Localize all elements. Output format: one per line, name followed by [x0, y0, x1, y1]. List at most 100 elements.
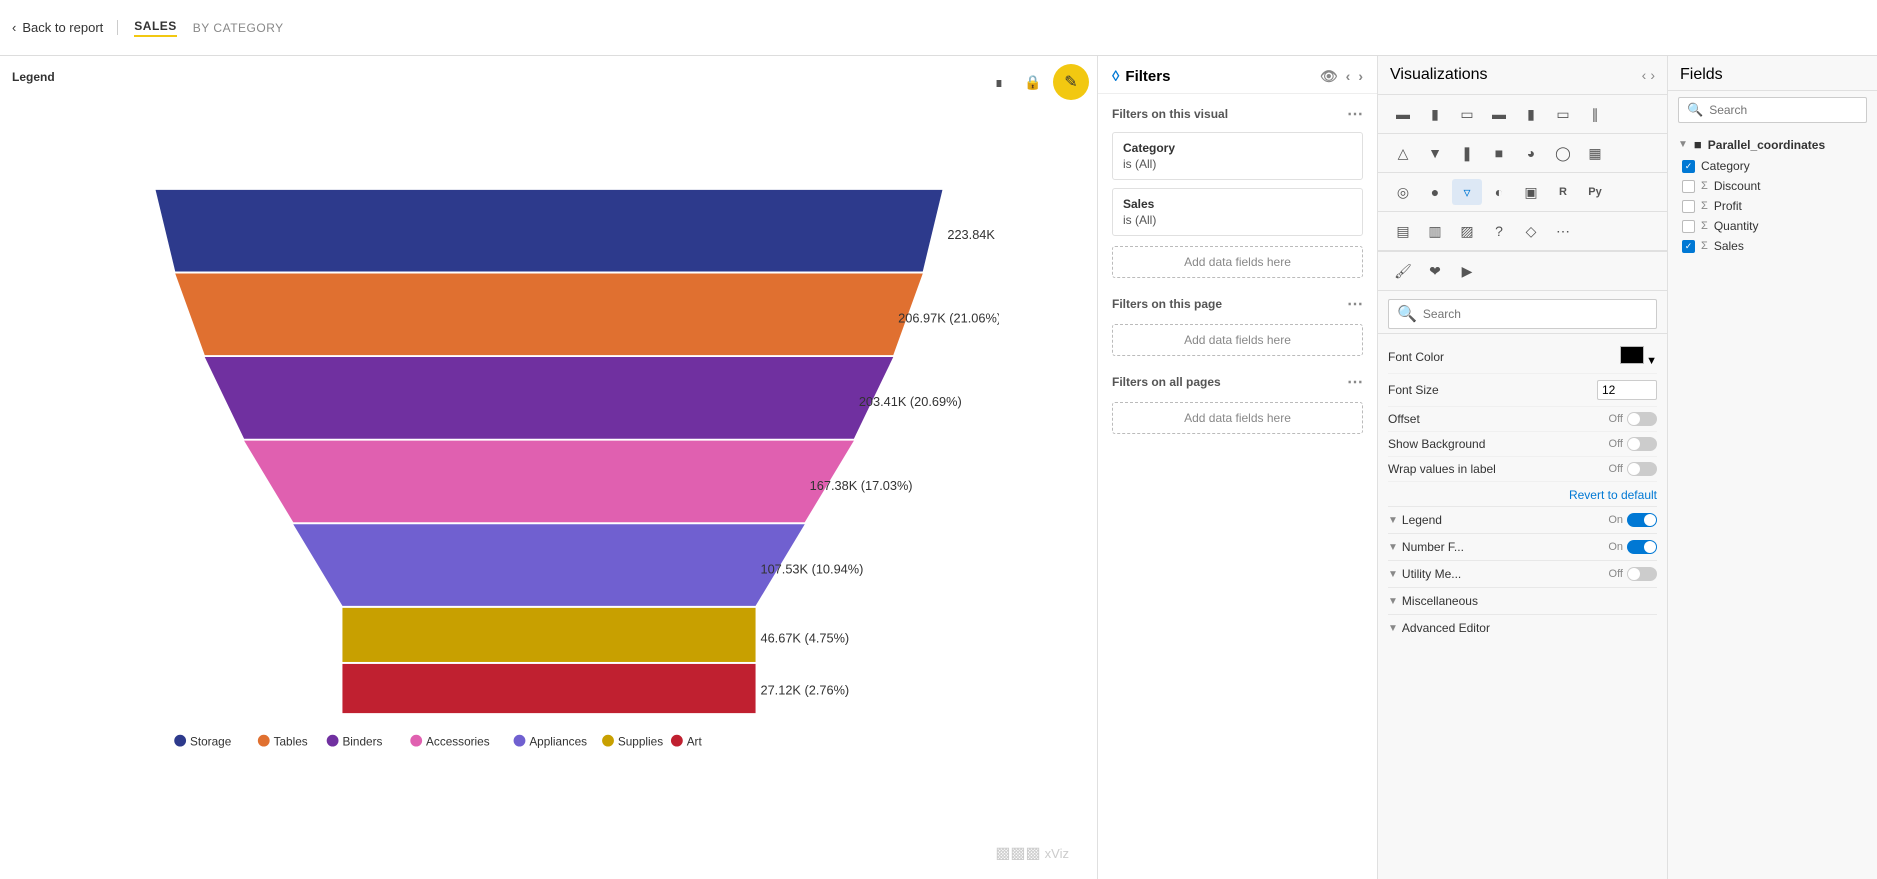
fields-panel: Fields 🔍 ▼ ■ Parallel_coordinates ✓ Cate…	[1667, 56, 1877, 879]
funnel-bar-appliances[interactable]	[293, 524, 804, 606]
field-item-sales[interactable]: ✓ Σ Sales	[1678, 236, 1867, 256]
viz-card-icon[interactable]: ▣	[1516, 179, 1546, 205]
viz-table-icon[interactable]: ▤	[1388, 218, 1418, 244]
field-item-quantity[interactable]: Σ Quantity	[1678, 216, 1867, 236]
viz-more-icon[interactable]: ⋯	[1548, 218, 1578, 244]
field-item-profit[interactable]: Σ Profit	[1678, 196, 1867, 216]
viz-line-chart-icon[interactable]: ∥	[1580, 101, 1610, 127]
legend-dot-binders	[326, 734, 338, 746]
funnel-label-art: 27.12K (2.76%)	[760, 682, 849, 697]
viz-100pct-bar-icon[interactable]: ▭	[1452, 101, 1482, 127]
viz-slicer-icon[interactable]: ▨	[1452, 218, 1482, 244]
viz-horiz-bar-icon[interactable]: ▬	[1484, 101, 1514, 127]
viz-filled-map-icon[interactable]: ●	[1420, 179, 1450, 205]
more-icon-page[interactable]: ⋯	[1347, 294, 1363, 314]
viz-waterfall-icon[interactable]: ❚	[1452, 140, 1482, 166]
chevron-right-viz-icon[interactable]: ›	[1650, 67, 1655, 83]
xviz-label: xViz	[1045, 846, 1069, 861]
viz-py-visual-icon[interactable]: Py	[1580, 179, 1610, 205]
show-background-toggle[interactable]: Off	[1609, 437, 1657, 451]
fields-search-input[interactable]	[1709, 103, 1864, 117]
viz-horiz-stacked-icon[interactable]: ▮	[1516, 101, 1546, 127]
viz-search-input[interactable]	[1423, 307, 1648, 321]
viz-pie-icon[interactable]: ◕	[1516, 140, 1546, 166]
add-data-all-pages-button[interactable]: Add data fields here	[1112, 402, 1363, 434]
viz-ribbon-chart-icon[interactable]: ▼	[1420, 140, 1450, 166]
xviz-bars-icon: ▩▩▩	[995, 843, 1040, 863]
funnel-bar-binders[interactable]	[204, 357, 893, 439]
filters-on-all-pages-header: Filters on all pages ⋯	[1098, 362, 1377, 396]
funnel-bar-tables[interactable]	[175, 273, 923, 355]
viz-gauge-icon[interactable]: ◐	[1484, 179, 1514, 205]
funnel-label-tables: 206.97K (21.06%)	[898, 310, 999, 325]
add-data-visual-button[interactable]: Add data fields here	[1112, 246, 1363, 278]
viz-analytics-icon[interactable]: ❤	[1420, 258, 1450, 284]
funnel-bar-art[interactable]	[342, 663, 755, 712]
viz-donut-icon[interactable]: ◯	[1548, 140, 1578, 166]
more-icon-all[interactable]: ⋯	[1347, 372, 1363, 392]
fields-section-header[interactable]: ▼ ■ Parallel_coordinates	[1678, 133, 1867, 156]
viz-r-visual-icon[interactable]: R	[1548, 179, 1578, 205]
tab-by-category[interactable]: BY CATEGORY	[193, 21, 284, 35]
legend-section-toggle[interactable]: ▼ Legend On	[1388, 506, 1657, 533]
funnel-bar-accessories[interactable]	[244, 440, 854, 522]
tab-sales[interactable]: SALES	[134, 19, 177, 37]
back-to-report-button[interactable]: ‹ Back to report	[12, 20, 118, 35]
viz-search-box[interactable]: 🔍	[1388, 299, 1657, 329]
chevron-left-viz-icon[interactable]: ‹	[1642, 67, 1647, 83]
viz-custom-icon[interactable]: ◇	[1516, 218, 1546, 244]
viz-format-icon[interactable]: 🖌	[1388, 258, 1418, 284]
funnel-label-storage: 223.84K (22.77%)	[947, 227, 999, 242]
revert-to-default-button[interactable]: Revert to default	[1388, 482, 1657, 506]
fields-search-box[interactable]: 🔍	[1678, 97, 1867, 123]
filter-card-sales[interactable]: Sales is (All)	[1112, 188, 1363, 236]
font-color-swatch[interactable]: ▼	[1620, 346, 1657, 367]
filter-card-category[interactable]: Category is (All)	[1112, 132, 1363, 180]
legend-label: Legend	[12, 70, 55, 84]
offset-toggle[interactable]: Off	[1609, 412, 1657, 426]
advanced-editor-toggle[interactable]: ▼ Advanced Editor	[1388, 614, 1657, 641]
chevron-left-filter-icon[interactable]: ‹	[1346, 68, 1351, 85]
viz-matrix-icon[interactable]: ▥	[1420, 218, 1450, 244]
viz-report-icon[interactable]: ▶	[1452, 258, 1482, 284]
field-checkbox-profit[interactable]	[1682, 200, 1695, 213]
misc-section-toggle[interactable]: ▼ Miscellaneous	[1388, 587, 1657, 614]
chevron-right-filter-icon[interactable]: ›	[1358, 68, 1363, 85]
utility-section-toggle[interactable]: ▼ Utility Me... Off	[1388, 560, 1657, 587]
chart-area: ∎ 🔒 ✎ Legend 223.84K (22.77%) 206.97K (2…	[0, 56, 1097, 879]
more-icon-visual[interactable]: ⋯	[1347, 104, 1363, 124]
viz-icon-grid-row2: △ ▼ ❚ ■ ◕ ◯ ▦	[1378, 134, 1667, 173]
field-checkbox-quantity[interactable]	[1682, 220, 1695, 233]
number-format-section-toggle[interactable]: ▼ Number F... On	[1388, 533, 1657, 560]
viz-panel-header: Visualizations ‹ ›	[1378, 56, 1667, 95]
field-checkbox-sales[interactable]: ✓	[1682, 240, 1695, 253]
viz-scatter-icon[interactable]: ■	[1484, 140, 1514, 166]
viz-bar-chart-icon[interactable]: ▬	[1388, 101, 1418, 127]
field-checkbox-discount[interactable]	[1682, 180, 1695, 193]
eye-icon[interactable]: 👁	[1320, 68, 1338, 85]
wrap-values-toggle[interactable]: Off	[1609, 462, 1657, 476]
funnel-bar-supplies[interactable]	[342, 607, 755, 661]
filters-header-icons: 👁 ‹ ›	[1320, 68, 1363, 85]
viz-icon-grid-row1: ▬ ▮ ▭ ▬ ▮ ▭ ∥	[1378, 95, 1667, 134]
svg-text:Accessories: Accessories	[426, 734, 490, 748]
filters-header: ◊ Filters 👁 ‹ ›	[1098, 56, 1377, 94]
field-item-category[interactable]: ✓ Category	[1678, 156, 1867, 176]
viz-map-icon[interactable]: ◎	[1388, 179, 1418, 205]
viz-horiz-100pct-icon[interactable]: ▭	[1548, 101, 1578, 127]
field-checkbox-category[interactable]: ✓	[1682, 160, 1695, 173]
search-icon: 🔍	[1397, 304, 1417, 324]
add-data-page-button[interactable]: Add data fields here	[1112, 324, 1363, 356]
viz-stacked-bar-icon[interactable]: ▮	[1420, 101, 1450, 127]
font-size-row: Font Size	[1388, 374, 1657, 407]
field-item-discount[interactable]: Σ Discount	[1678, 176, 1867, 196]
funnel-bar-storage[interactable]	[155, 189, 942, 271]
viz-panel-title: Visualizations	[1390, 66, 1488, 84]
viz-funnel-icon[interactable]: ▿	[1452, 179, 1482, 205]
viz-area-chart-icon[interactable]: △	[1388, 140, 1418, 166]
viz-treemap-icon[interactable]: ▦	[1580, 140, 1610, 166]
chevron-down-legend: ▼	[1388, 515, 1398, 526]
viz-qna-icon[interactable]: ?	[1484, 218, 1514, 244]
svg-text:Binders: Binders	[342, 734, 382, 748]
font-size-input[interactable]	[1597, 380, 1657, 400]
